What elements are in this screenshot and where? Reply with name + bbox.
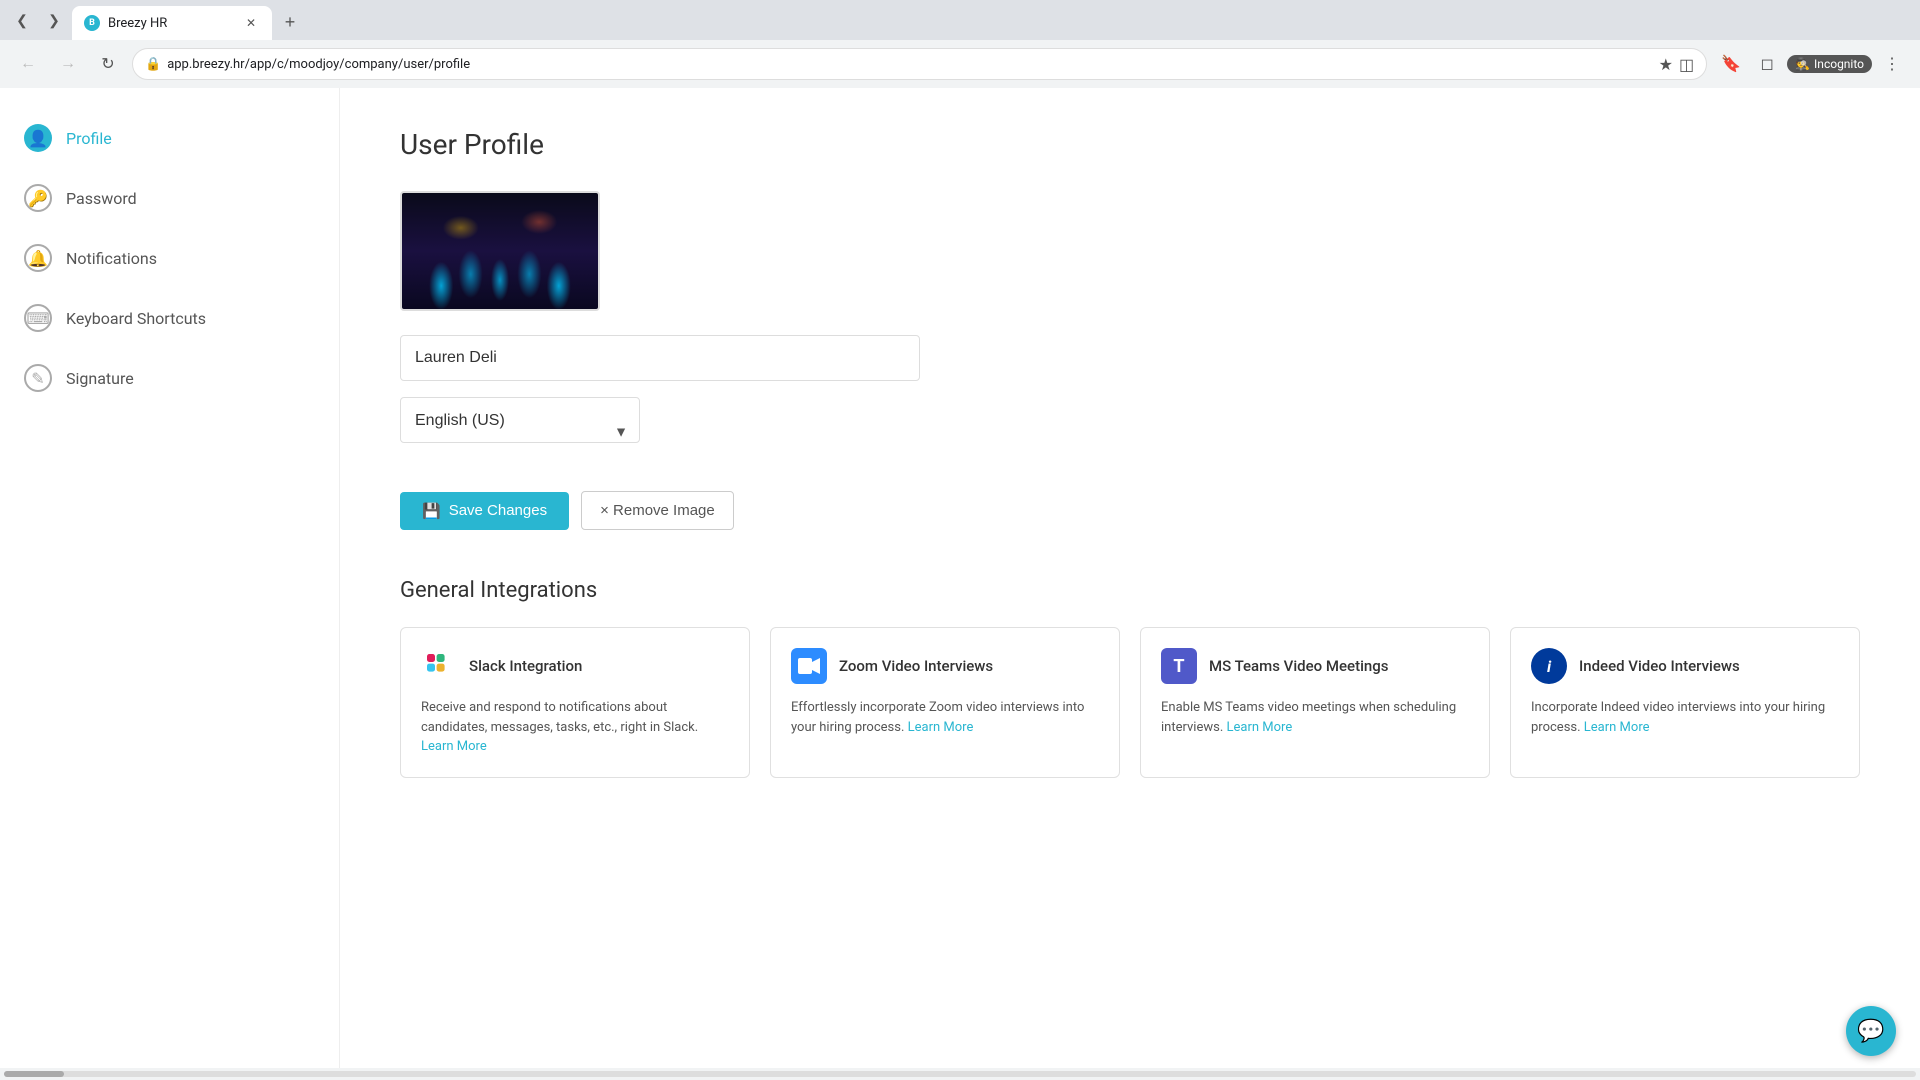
browser-menu-button[interactable]: ⋮ bbox=[1876, 48, 1908, 80]
save-changes-label: Save Changes bbox=[449, 502, 547, 519]
zoom-learn-more-link[interactable]: Learn More bbox=[908, 720, 974, 735]
notifications-icon: 🔔 bbox=[24, 244, 52, 272]
language-select-wrapper: English (US) Spanish French German Portu… bbox=[400, 397, 640, 467]
tab-title: Breezy HR bbox=[108, 16, 234, 31]
incognito-badge: 🕵 Incognito bbox=[1787, 55, 1872, 73]
slack-learn-more-link[interactable]: Learn More bbox=[421, 739, 487, 754]
indeed-logo: i bbox=[1531, 648, 1567, 684]
chat-bubble-button[interactable]: 💬 bbox=[1846, 1006, 1896, 1056]
zoom-integration-card: Zoom Video Interviews Effortlessly incor… bbox=[770, 627, 1120, 778]
tab-history-back-button[interactable]: ❮ bbox=[8, 6, 36, 34]
browser-window: ❮ ❯ B Breezy HR ✕ + ← → ↻ 🔒 app.breezy.h… bbox=[0, 0, 1920, 1080]
indeed-learn-more-link[interactable]: Learn More bbox=[1584, 720, 1650, 735]
sidebar-item-keyboard-shortcuts[interactable]: ⌨ Keyboard Shortcuts bbox=[0, 288, 339, 348]
sidebar: 👤 Profile 🔑 Password 🔔 Notifications ⌨ K… bbox=[0, 88, 340, 1068]
sidebar-label-notifications: Notifications bbox=[66, 249, 157, 268]
zoom-card-name: Zoom Video Interviews bbox=[839, 657, 993, 675]
save-changes-button[interactable]: 💾 Save Changes bbox=[400, 492, 569, 530]
slack-card-header: Slack Integration bbox=[421, 648, 729, 684]
content-area: User Profile English (US) Spanish French… bbox=[340, 88, 1920, 1068]
sidebar-item-signature[interactable]: ✎ Signature bbox=[0, 348, 339, 408]
sidebar-item-password[interactable]: 🔑 Password bbox=[0, 168, 339, 228]
chat-bubble-icon: 💬 bbox=[1857, 1019, 1884, 1044]
teams-logo: T bbox=[1161, 648, 1197, 684]
slack-integration-card: Slack Integration Receive and respond to… bbox=[400, 627, 750, 778]
horizontal-scrollbar[interactable] bbox=[0, 1068, 1920, 1080]
active-tab[interactable]: B Breezy HR ✕ bbox=[72, 6, 272, 40]
zoom-logo bbox=[791, 648, 827, 684]
bookmarks-button[interactable]: 🔖 bbox=[1715, 48, 1747, 80]
page-title: User Profile bbox=[400, 128, 1860, 161]
scrollbar-thumb[interactable] bbox=[4, 1071, 64, 1077]
signature-icon: ✎ bbox=[24, 364, 52, 392]
main-container: 👤 Profile 🔑 Password 🔔 Notifications ⌨ K… bbox=[0, 88, 1920, 1068]
remove-image-label: × Remove Image bbox=[600, 502, 715, 519]
reload-button[interactable]: ↻ bbox=[92, 48, 124, 80]
bookmark-icon[interactable]: ★ bbox=[1659, 55, 1673, 74]
tab-close-button[interactable]: ✕ bbox=[242, 14, 260, 32]
scrollbar-track bbox=[4, 1071, 1916, 1077]
keyboard-icon: ⌨ bbox=[24, 304, 52, 332]
tab-history-forward-button[interactable]: ❯ bbox=[40, 6, 68, 34]
indeed-card-description: Incorporate Indeed video interviews into… bbox=[1531, 698, 1839, 737]
sidebar-item-profile[interactable]: 👤 Profile bbox=[0, 108, 339, 168]
profile-image bbox=[402, 193, 598, 309]
address-bar-row: ← → ↻ 🔒 app.breezy.hr/app/c/moodjoy/comp… bbox=[0, 40, 1920, 88]
teams-card-header: T MS Teams Video Meetings bbox=[1161, 648, 1469, 684]
extensions-icon[interactable]: ◫ bbox=[1679, 55, 1694, 74]
tab-bar: ❮ ❯ B Breezy HR ✕ + bbox=[0, 0, 1920, 40]
zoom-card-description: Effortlessly incorporate Zoom video inte… bbox=[791, 698, 1099, 737]
indeed-integration-card: i Indeed Video Interviews Incorporate In… bbox=[1510, 627, 1860, 778]
integrations-grid: Slack Integration Receive and respond to… bbox=[400, 627, 1860, 778]
tab-favicon: B bbox=[84, 15, 100, 31]
name-input[interactable] bbox=[400, 335, 920, 381]
save-icon: 💾 bbox=[422, 502, 441, 520]
remove-image-button[interactable]: × Remove Image bbox=[581, 491, 734, 530]
profile-icon: 👤 bbox=[24, 124, 52, 152]
password-icon: 🔑 bbox=[24, 184, 52, 212]
language-select[interactable]: English (US) Spanish French German Portu… bbox=[400, 397, 640, 443]
zoom-card-header: Zoom Video Interviews bbox=[791, 648, 1099, 684]
indeed-card-name: Indeed Video Interviews bbox=[1579, 657, 1740, 675]
incognito-label: Incognito bbox=[1814, 57, 1864, 71]
buttons-row: 💾 Save Changes × Remove Image bbox=[400, 491, 1860, 530]
new-tab-button[interactable]: + bbox=[276, 8, 304, 36]
sidebar-label-keyboard-shortcuts: Keyboard Shortcuts bbox=[66, 309, 206, 328]
indeed-card-header: i Indeed Video Interviews bbox=[1531, 648, 1839, 684]
forward-button[interactable]: → bbox=[52, 48, 84, 80]
url-text: app.breezy.hr/app/c/moodjoy/company/user… bbox=[167, 57, 1652, 72]
address-bar[interactable]: 🔒 app.breezy.hr/app/c/moodjoy/company/us… bbox=[132, 48, 1707, 80]
browser-right-controls: 🔖 ◻ 🕵 Incognito ⋮ bbox=[1715, 48, 1908, 80]
sidebar-label-signature: Signature bbox=[66, 369, 134, 388]
profile-image-container bbox=[400, 191, 600, 311]
teams-learn-more-link[interactable]: Learn More bbox=[1227, 720, 1293, 735]
sidebar-item-notifications[interactable]: 🔔 Notifications bbox=[0, 228, 339, 288]
slack-card-description: Receive and respond to notifications abo… bbox=[421, 698, 729, 757]
teams-card-description: Enable MS Teams video meetings when sche… bbox=[1161, 698, 1469, 737]
incognito-icon: 🕵 bbox=[1795, 57, 1810, 71]
sidebar-label-profile: Profile bbox=[66, 129, 112, 148]
tab-search-button[interactable]: ◻ bbox=[1751, 48, 1783, 80]
back-button[interactable]: ← bbox=[12, 48, 44, 80]
teams-integration-card: T MS Teams Video Meetings Enable MS Team… bbox=[1140, 627, 1490, 778]
general-integrations-title: General Integrations bbox=[400, 578, 1860, 603]
tab-left-controls: ❮ ❯ bbox=[8, 6, 68, 40]
slack-card-name: Slack Integration bbox=[469, 657, 582, 675]
sidebar-label-password: Password bbox=[66, 189, 137, 208]
teams-card-name: MS Teams Video Meetings bbox=[1209, 657, 1388, 675]
lock-icon: 🔒 bbox=[145, 57, 161, 72]
slack-logo bbox=[421, 648, 457, 684]
